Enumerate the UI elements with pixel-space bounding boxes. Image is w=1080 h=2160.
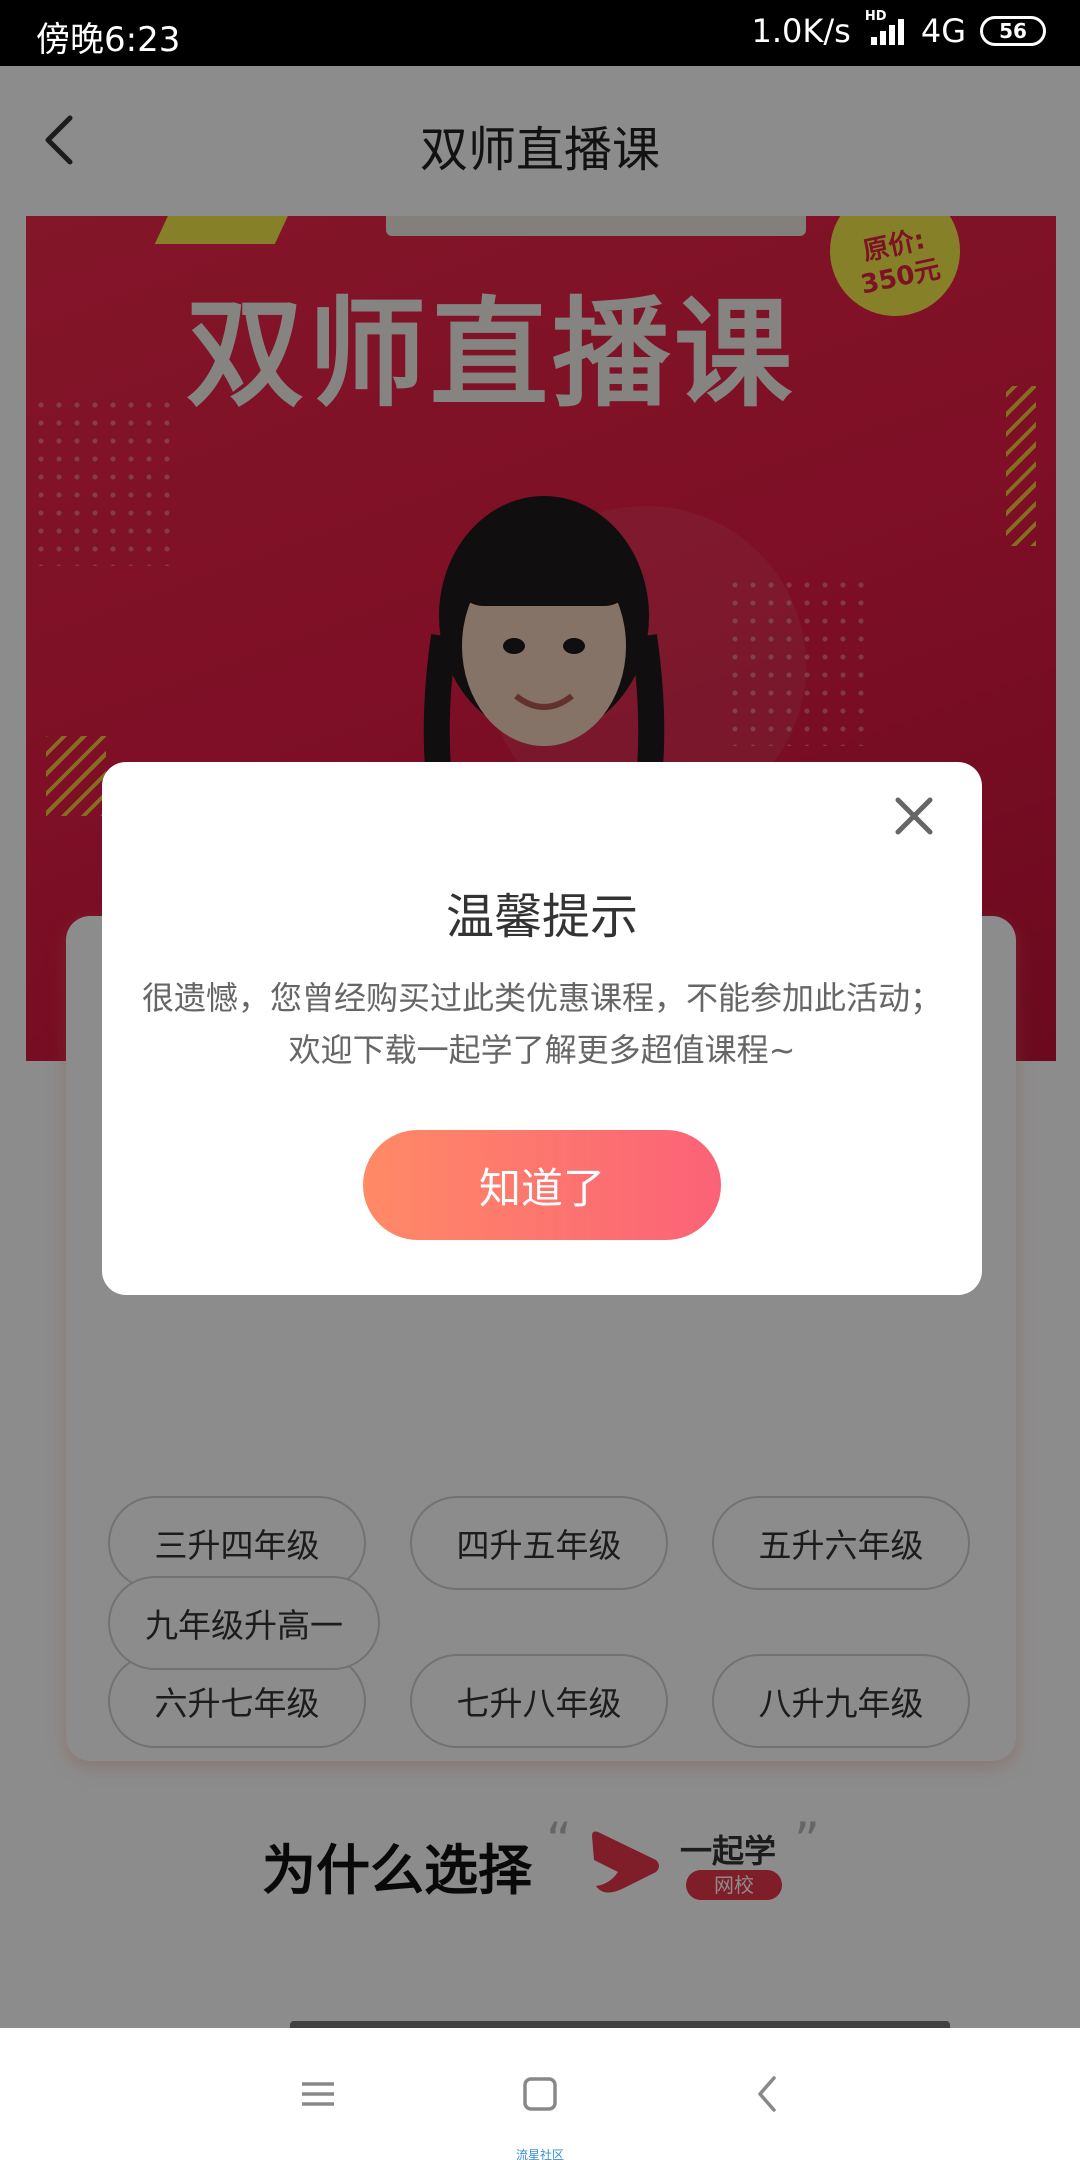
home-icon[interactable] bbox=[510, 2064, 570, 2124]
confirm-button[interactable]: 知道了 bbox=[363, 1130, 721, 1240]
back-icon[interactable] bbox=[738, 2064, 798, 2124]
network-type: 4G bbox=[920, 12, 966, 50]
battery-icon: 56 bbox=[980, 16, 1046, 46]
dialog-message: 很遗憾，您曾经购买过此类优惠课程，不能参加此活动；欢迎下载一起学了解更多超值课程… bbox=[142, 979, 943, 1069]
battery-level: 56 bbox=[999, 19, 1027, 43]
status-right: 1.0K/s HD 4G 56 bbox=[751, 9, 1046, 50]
signal-hd-tag: HD bbox=[864, 9, 887, 24]
network-speed: 1.0K/s bbox=[751, 12, 851, 50]
system-nav-bar: 流星社区 bbox=[0, 2028, 1080, 2160]
status-time: 傍晚6:23 bbox=[36, 20, 181, 60]
close-icon[interactable] bbox=[884, 786, 944, 846]
notice-dialog: 温馨提示 很遗憾，您曾经购买过此类优惠课程，不能参加此活动；欢迎下载一起学了解更… bbox=[102, 762, 982, 1295]
status-bar: 傍晚6:23 1.0K/s HD 4G 56 bbox=[0, 0, 1080, 66]
signal-icon: HD bbox=[865, 9, 907, 49]
dialog-title: 温馨提示 bbox=[445, 889, 638, 945]
nav-caption: 流星社区 bbox=[515, 2148, 564, 2160]
menu-icon[interactable] bbox=[288, 2064, 348, 2124]
